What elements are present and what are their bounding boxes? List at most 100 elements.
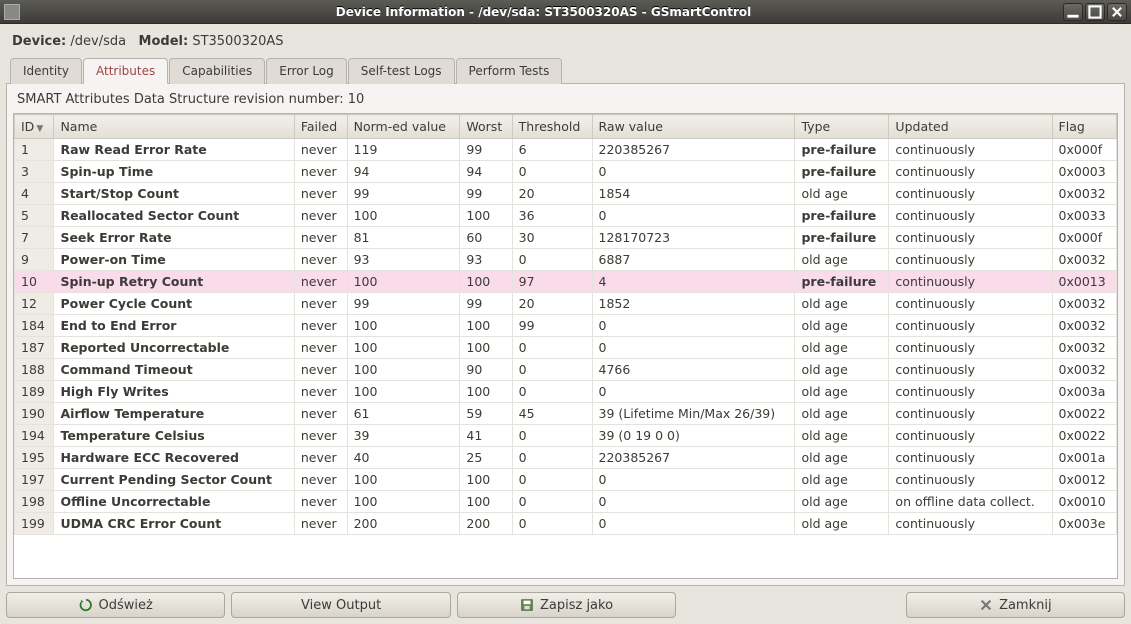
cell-name: Command Timeout bbox=[54, 359, 294, 381]
cell-failed: never bbox=[294, 205, 347, 227]
cell-normed: 100 bbox=[347, 359, 460, 381]
table-row[interactable]: 189High Fly Writesnever10010000old ageco… bbox=[15, 381, 1117, 403]
cell-updated: on offline data collect. bbox=[889, 491, 1052, 513]
cell-failed: never bbox=[294, 293, 347, 315]
cell-flag: 0x000f bbox=[1052, 227, 1116, 249]
col-failed[interactable]: Failed bbox=[294, 115, 347, 139]
cell-updated: continuously bbox=[889, 205, 1052, 227]
table-row[interactable]: 198Offline Uncorrectablenever10010000old… bbox=[15, 491, 1117, 513]
cell-failed: never bbox=[294, 227, 347, 249]
table-row[interactable]: 187Reported Uncorrectablenever10010000ol… bbox=[15, 337, 1117, 359]
col-name[interactable]: Name bbox=[54, 115, 294, 139]
maximize-button[interactable] bbox=[1085, 3, 1105, 21]
table-row[interactable]: 188Command Timeoutnever1009004766old age… bbox=[15, 359, 1117, 381]
cell-worst: 100 bbox=[460, 381, 512, 403]
cell-name: End to End Error bbox=[54, 315, 294, 337]
cell-flag: 0x0022 bbox=[1052, 403, 1116, 425]
cell-flag: 0x0013 bbox=[1052, 271, 1116, 293]
close-button[interactable] bbox=[1107, 3, 1127, 21]
cell-threshold: 97 bbox=[512, 271, 592, 293]
tab-capabilities[interactable]: Capabilities bbox=[169, 58, 265, 84]
cell-id: 187 bbox=[15, 337, 54, 359]
cell-updated: continuously bbox=[889, 359, 1052, 381]
refresh-icon bbox=[79, 598, 93, 612]
table-row[interactable]: 9Power-on Timenever939306887old ageconti… bbox=[15, 249, 1117, 271]
cell-failed: never bbox=[294, 337, 347, 359]
cell-worst: 99 bbox=[460, 183, 512, 205]
cell-failed: never bbox=[294, 359, 347, 381]
cell-id: 1 bbox=[15, 139, 54, 161]
table-row[interactable]: 7Seek Error Ratenever816030128170723pre-… bbox=[15, 227, 1117, 249]
cell-name: Hardware ECC Recovered bbox=[54, 447, 294, 469]
cell-threshold: 30 bbox=[512, 227, 592, 249]
save-as-button[interactable]: Zapisz jako bbox=[457, 592, 676, 618]
sort-indicator-icon: ▼ bbox=[36, 124, 43, 134]
cell-failed: never bbox=[294, 513, 347, 535]
cell-flag: 0x003a bbox=[1052, 381, 1116, 403]
col-type[interactable]: Type bbox=[795, 115, 889, 139]
model-label: Model: bbox=[139, 34, 189, 49]
tab-self-test-logs[interactable]: Self-test Logs bbox=[348, 58, 455, 84]
close-dialog-button[interactable]: Zamknij bbox=[906, 592, 1125, 618]
table-row[interactable]: 10Spin-up Retry Countnever100100974pre-f… bbox=[15, 271, 1117, 293]
col-id[interactable]: ID▼ bbox=[15, 115, 54, 139]
table-row[interactable]: 1Raw Read Error Ratenever119996220385267… bbox=[15, 139, 1117, 161]
cell-failed: never bbox=[294, 249, 347, 271]
cell-threshold: 0 bbox=[512, 249, 592, 271]
table-row[interactable]: 4Start/Stop Countnever9999201854old agec… bbox=[15, 183, 1117, 205]
cell-type: old age bbox=[795, 491, 889, 513]
cell-type: pre-failure bbox=[795, 227, 889, 249]
attributes-table-wrap[interactable]: ID▼ Name Failed Norm-ed value Worst Thre… bbox=[13, 113, 1118, 579]
table-row[interactable]: 5Reallocated Sector Countnever100100360p… bbox=[15, 205, 1117, 227]
cell-worst: 100 bbox=[460, 491, 512, 513]
table-row[interactable]: 197Current Pending Sector Countnever1001… bbox=[15, 469, 1117, 491]
cell-id: 189 bbox=[15, 381, 54, 403]
view-output-button[interactable]: View Output bbox=[231, 592, 450, 618]
cell-name: Temperature Celsius bbox=[54, 425, 294, 447]
cell-worst: 41 bbox=[460, 425, 512, 447]
col-raw[interactable]: Raw value bbox=[592, 115, 795, 139]
cell-normed: 61 bbox=[347, 403, 460, 425]
cell-type: old age bbox=[795, 183, 889, 205]
maximize-icon bbox=[1088, 5, 1102, 19]
tab-attributes[interactable]: Attributes bbox=[83, 58, 168, 84]
cell-name: Power-on Time bbox=[54, 249, 294, 271]
window-title: Device Information - /dev/sda: ST3500320… bbox=[26, 5, 1061, 19]
cell-flag: 0x0032 bbox=[1052, 249, 1116, 271]
cell-threshold: 99 bbox=[512, 315, 592, 337]
tab-perform-tests[interactable]: Perform Tests bbox=[456, 58, 563, 84]
cell-type: old age bbox=[795, 381, 889, 403]
cell-raw: 0 bbox=[592, 337, 795, 359]
refresh-button[interactable]: Odśwież bbox=[6, 592, 225, 618]
tab-error-log[interactable]: Error Log bbox=[266, 58, 347, 84]
table-row[interactable]: 12Power Cycle Countnever9999201852old ag… bbox=[15, 293, 1117, 315]
save-icon bbox=[520, 598, 534, 612]
cell-updated: continuously bbox=[889, 183, 1052, 205]
col-updated[interactable]: Updated bbox=[889, 115, 1052, 139]
table-row[interactable]: 194Temperature Celsiusnever3941039 (0 19… bbox=[15, 425, 1117, 447]
cell-raw: 39 (Lifetime Min/Max 26/39) bbox=[592, 403, 795, 425]
col-threshold[interactable]: Threshold bbox=[512, 115, 592, 139]
table-row[interactable]: 199UDMA CRC Error Countnever20020000old … bbox=[15, 513, 1117, 535]
table-row[interactable]: 3Spin-up Timenever949400pre-failureconti… bbox=[15, 161, 1117, 183]
table-row[interactable]: 195Hardware ECC Recoverednever4025022038… bbox=[15, 447, 1117, 469]
cell-flag: 0x0010 bbox=[1052, 491, 1116, 513]
cell-failed: never bbox=[294, 139, 347, 161]
cell-type: old age bbox=[795, 425, 889, 447]
minimize-button[interactable] bbox=[1063, 3, 1083, 21]
col-flag[interactable]: Flag bbox=[1052, 115, 1116, 139]
table-row[interactable]: 190Airflow Temperaturenever61594539 (Lif… bbox=[15, 403, 1117, 425]
col-worst[interactable]: Worst bbox=[460, 115, 512, 139]
cell-failed: never bbox=[294, 271, 347, 293]
table-row[interactable]: 184End to End Errornever100100990old age… bbox=[15, 315, 1117, 337]
cell-name: Airflow Temperature bbox=[54, 403, 294, 425]
col-normed[interactable]: Norm-ed value bbox=[347, 115, 460, 139]
tab-identity[interactable]: Identity bbox=[10, 58, 82, 84]
cell-type: old age bbox=[795, 403, 889, 425]
cell-flag: 0x0003 bbox=[1052, 161, 1116, 183]
cell-failed: never bbox=[294, 491, 347, 513]
cell-raw: 1854 bbox=[592, 183, 795, 205]
cell-type: pre-failure bbox=[795, 139, 889, 161]
cell-flag: 0x0012 bbox=[1052, 469, 1116, 491]
cell-normed: 100 bbox=[347, 469, 460, 491]
